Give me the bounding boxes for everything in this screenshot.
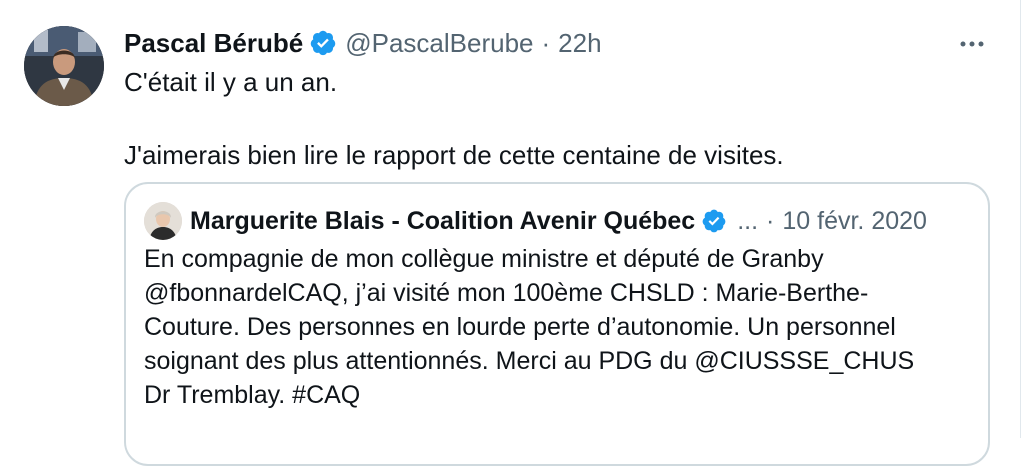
author-handle[interactable]: @PascalBerube: [345, 26, 533, 60]
tweet-text-line-2: J'aimerais bien lire le rapport de cette…: [124, 140, 784, 170]
author-name[interactable]: Pascal Bérubé: [124, 26, 303, 60]
header-separator: ·: [541, 28, 551, 58]
quoted-tweet-header: Marguerite Blais - Coalition Avenir Québ…: [190, 202, 927, 240]
more-dots-icon: [960, 41, 984, 47]
tweet-timestamp[interactable]: 22h: [558, 26, 601, 60]
more-horizontal-icon[interactable]: [952, 30, 992, 58]
quoted-text-line: Dr Tremblay. #CAQ: [144, 381, 361, 409]
quoted-verified-badge-icon: [701, 208, 727, 234]
quoted-text-line: Couture. Des personnes en lourde perte d…: [144, 313, 896, 341]
timeline-border: [1020, 0, 1021, 438]
quoted-text-line: @fbonnardelCAQ, j’ai visité mon 100ème C…: [144, 279, 869, 307]
tweet-text: C'était il y a un an. J'aimerais bien li…: [124, 64, 994, 173]
author-avatar[interactable]: [24, 26, 104, 106]
quoted-author-name[interactable]: Marguerite Blais - Coalition Avenir Québ…: [190, 203, 695, 239]
quoted-tweet-card[interactable]: Marguerite Blais - Coalition Avenir Québ…: [124, 182, 990, 466]
quoted-text-line: soignant des plus attentionnés. Merci au…: [144, 347, 915, 375]
quoted-handle-ellipsis: ...: [737, 207, 759, 235]
tweet-text-line-1: C'était il y a un an.: [124, 67, 338, 97]
tweet-header: Pascal Bérubé @PascalBerube · 22h: [124, 26, 602, 60]
quoted-text-line: En compagnie de mon collègue ministre et…: [144, 245, 824, 273]
quoted-tweet-date[interactable]: 10 févr. 2020: [782, 203, 927, 239]
quoted-author-avatar[interactable]: [144, 202, 182, 240]
quoted-tweet-text: En compagnie de mon collègue ministre et…: [144, 242, 974, 412]
quoted-header-separator: ·: [766, 207, 775, 235]
verified-badge-icon: [309, 29, 337, 57]
